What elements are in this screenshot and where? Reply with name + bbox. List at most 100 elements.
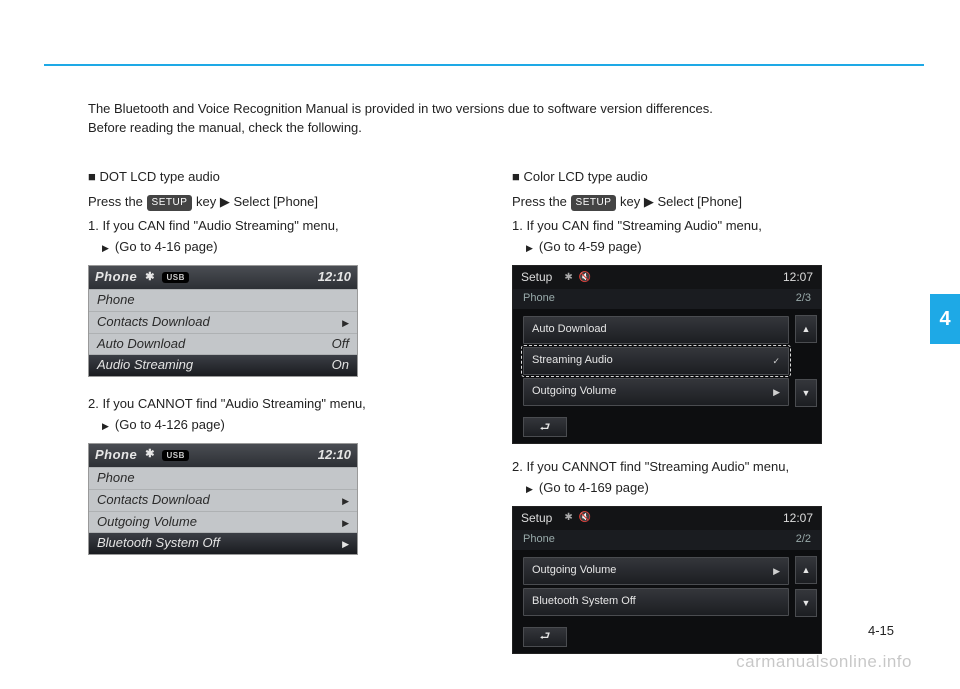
menu-item[interactable]: Auto Download bbox=[523, 316, 789, 344]
submenu-arrow-icon bbox=[342, 313, 349, 332]
right-step1: 1. If you CAN find "Streaming Audio" men… bbox=[512, 217, 868, 236]
color-lcd-header: Setup ✱ 🔇 12:07 bbox=[513, 266, 821, 289]
menu-item[interactable]: Bluetooth System Off bbox=[523, 588, 789, 616]
page-content: The Bluetooth and Voice Recognition Manu… bbox=[88, 100, 868, 668]
check-icon: ✓ bbox=[772, 355, 780, 368]
right-column: ■ Color LCD type audio Press the SETUP k… bbox=[512, 168, 868, 668]
clock: 12:10 bbox=[318, 268, 351, 287]
bluetooth-icon: ✱ bbox=[564, 271, 572, 286]
right-goto1: (Go to 4-59 page) bbox=[512, 238, 868, 257]
intro-line1: The Bluetooth and Voice Recognition Manu… bbox=[88, 100, 868, 119]
menu-item[interactable]: Outgoing Volume ▶ bbox=[523, 557, 789, 585]
right-goto2: (Go to 4-169 page) bbox=[512, 479, 868, 498]
menu-label: Bluetooth System Off bbox=[532, 594, 636, 610]
right-step2: 2. If you CANNOT find "Streaming Audio" … bbox=[512, 458, 868, 477]
section-side-label: Multimedia System bbox=[956, 244, 960, 350]
left-press-line: Press the SETUP key ▶ Select [Phone] bbox=[88, 193, 444, 212]
menu-label: Outgoing Volume bbox=[532, 384, 616, 400]
menu-label: Streaming Audio bbox=[532, 353, 613, 369]
menu-value: Off bbox=[332, 335, 349, 354]
dot-lcd-1: Phone ✱ USB 12:10 Phone Contacts Downloa… bbox=[88, 265, 358, 377]
dot-lcd-header: Phone ✱ USB 12:10 bbox=[89, 266, 357, 289]
menu-label: Phone bbox=[97, 469, 135, 488]
scroll-buttons: ▲ ▼ bbox=[795, 550, 821, 623]
left-goto2: (Go to 4-126 page) bbox=[88, 416, 444, 435]
dot-lcd-title: Phone bbox=[95, 446, 137, 465]
press-prefix: Press the bbox=[512, 194, 571, 209]
setup-chip: SETUP bbox=[571, 195, 617, 212]
submenu-arrow-icon bbox=[342, 534, 349, 553]
dot-lcd-header: Phone ✱ USB 12:10 bbox=[89, 444, 357, 467]
clock: 12:10 bbox=[318, 446, 351, 465]
mute-icon: 🔇 bbox=[579, 511, 591, 526]
scroll-down-button[interactable]: ▼ bbox=[795, 589, 817, 617]
color-lcd-1: Setup ✱ 🔇 12:07 Phone 2/3 Auto Download … bbox=[512, 265, 822, 444]
intro-line2: Before reading the manual, check the fol… bbox=[88, 119, 868, 138]
menu-label: Bluetooth System Off bbox=[97, 534, 220, 553]
mute-icon: 🔇 bbox=[579, 271, 591, 286]
section-name: Phone bbox=[523, 291, 555, 307]
usb-badge: USB bbox=[162, 450, 188, 462]
submenu-arrow-icon bbox=[342, 513, 349, 532]
menu-label: Audio Streaming bbox=[97, 356, 193, 375]
page-number: 4-15 bbox=[868, 622, 894, 641]
back-button[interactable]: ⮐ bbox=[523, 417, 567, 437]
menu-label: Outgoing Volume bbox=[532, 563, 616, 579]
press-prefix: Press the bbox=[88, 194, 147, 209]
menu-row[interactable]: Contacts Download bbox=[89, 311, 357, 333]
menu-label: Auto Download bbox=[532, 322, 607, 338]
menu-label: Contacts Download bbox=[97, 491, 210, 510]
usb-badge: USB bbox=[162, 272, 188, 284]
left-column: ■ DOT LCD type audio Press the SETUP key… bbox=[88, 168, 444, 668]
submenu-arrow-icon: ▶ bbox=[773, 386, 780, 399]
color-lcd-title: Setup bbox=[521, 510, 552, 527]
scroll-up-button[interactable]: ▲ bbox=[795, 315, 817, 343]
menu-label: Outgoing Volume bbox=[97, 513, 197, 532]
watermark: carmanualsonline.info bbox=[736, 650, 912, 675]
menu-row[interactable]: Outgoing Volume bbox=[89, 511, 357, 533]
color-lcd-section: Phone 2/3 bbox=[513, 289, 821, 309]
menu-row[interactable]: Phone bbox=[89, 467, 357, 489]
menu-list: Auto Download Streaming Audio ✓ Outgoing … bbox=[513, 309, 795, 413]
right-heading: ■ Color LCD type audio bbox=[512, 168, 868, 187]
left-step2: 2. If you CANNOT find "Audio Streaming" … bbox=[88, 395, 444, 414]
scroll-down-button[interactable]: ▼ bbox=[795, 379, 817, 407]
menu-row[interactable]: Contacts Download bbox=[89, 489, 357, 511]
setup-chip: SETUP bbox=[147, 195, 193, 212]
clock: 12:07 bbox=[783, 269, 813, 286]
section-page: 2/2 bbox=[796, 532, 811, 548]
menu-value: On bbox=[332, 356, 349, 375]
clock: 12:07 bbox=[783, 510, 813, 527]
menu-row-selected[interactable]: Bluetooth System Off bbox=[89, 532, 357, 554]
right-press-line: Press the SETUP key ▶ Select [Phone] bbox=[512, 193, 868, 212]
left-step1: 1. If you CAN find "Audio Streaming" men… bbox=[88, 217, 444, 236]
submenu-arrow-icon bbox=[342, 491, 349, 510]
menu-list: Outgoing Volume ▶ Bluetooth System Off bbox=[513, 550, 795, 623]
dot-lcd-title: Phone bbox=[95, 268, 137, 287]
menu-item[interactable]: Outgoing Volume ▶ bbox=[523, 378, 789, 406]
section-name: Phone bbox=[523, 532, 555, 548]
scroll-buttons: ▲ ▼ bbox=[795, 309, 821, 413]
menu-label: Phone bbox=[97, 291, 135, 310]
dot-lcd-2: Phone ✱ USB 12:10 Phone Contacts Downloa… bbox=[88, 443, 358, 555]
menu-label: Auto Download bbox=[97, 335, 185, 354]
color-lcd-header: Setup ✱ 🔇 12:07 bbox=[513, 507, 821, 530]
left-heading: ■ DOT LCD type audio bbox=[88, 168, 444, 187]
submenu-arrow-icon: ▶ bbox=[773, 565, 780, 578]
intro-text: The Bluetooth and Voice Recognition Manu… bbox=[88, 100, 868, 138]
press-suffix: key ▶ Select [Phone] bbox=[192, 194, 318, 209]
color-lcd-2: Setup ✱ 🔇 12:07 Phone 2/2 Outgoing Volum… bbox=[512, 506, 822, 654]
scroll-up-button[interactable]: ▲ bbox=[795, 556, 817, 584]
menu-row-selected[interactable]: Audio Streaming On bbox=[89, 354, 357, 376]
menu-row[interactable]: Auto Download Off bbox=[89, 333, 357, 355]
bluetooth-icon: ✱ bbox=[145, 270, 154, 286]
back-button[interactable]: ⮐ bbox=[523, 627, 567, 647]
press-suffix: key ▶ Select [Phone] bbox=[616, 194, 742, 209]
menu-row[interactable]: Phone bbox=[89, 289, 357, 311]
menu-label: Contacts Download bbox=[97, 313, 210, 332]
menu-item-selected[interactable]: Streaming Audio ✓ bbox=[523, 347, 789, 375]
header-rule bbox=[44, 64, 924, 66]
bluetooth-icon: ✱ bbox=[145, 447, 154, 463]
bluetooth-icon: ✱ bbox=[564, 511, 572, 526]
color-lcd-section: Phone 2/2 bbox=[513, 530, 821, 550]
